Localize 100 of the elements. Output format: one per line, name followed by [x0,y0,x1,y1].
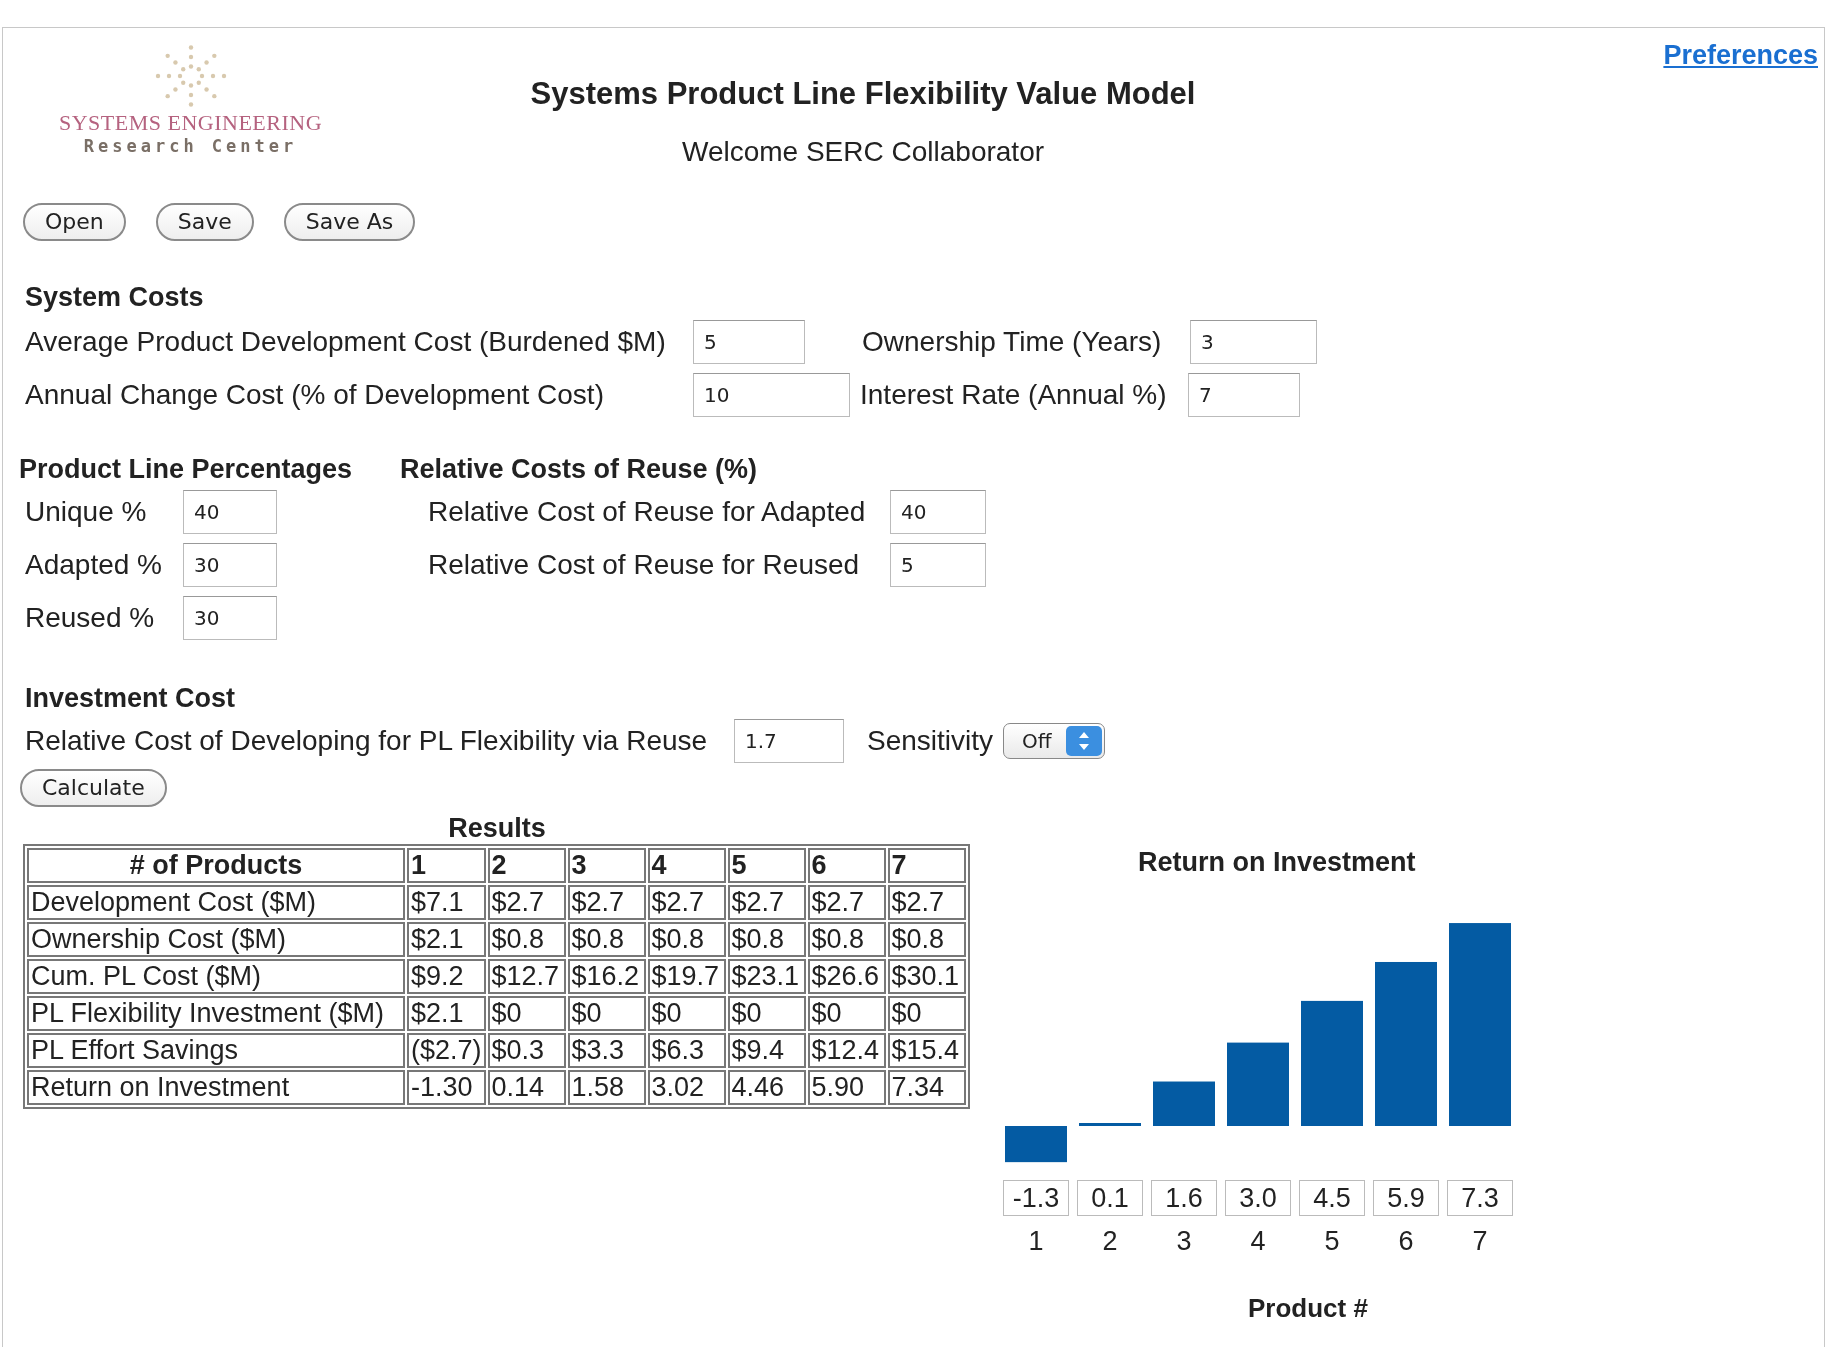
column-header: 6 [807,848,886,883]
column-header: 5 [727,848,806,883]
preferences-link[interactable]: Preferences [1663,40,1818,71]
chart-bar [1153,1081,1215,1126]
table-cell: 3.02 [647,1070,726,1105]
table-cell: $0 [887,996,966,1031]
table-cell: $6.3 [647,1033,726,1068]
file-button[interactable]: Save As [283,203,416,241]
table-cell: -1.30 [407,1070,486,1105]
stepper-icon [1065,725,1102,756]
axis-tick-label: 6 [1397,1226,1415,1257]
value-label: 5.9 [1373,1180,1439,1216]
table-cell: 1.58 [567,1070,646,1105]
calculate-button[interactable]: Calculate [20,769,167,807]
axis-tick-label: 7 [1471,1226,1489,1257]
chart-bar [1005,1126,1067,1163]
table-cell: $0 [567,996,646,1031]
table-cell: $0.8 [727,922,806,957]
field-label: Unique % [25,495,147,528]
table-cell: $2.7 [487,885,566,920]
axis-tick-label: 4 [1249,1226,1267,1257]
table-cell: $0.8 [647,922,726,957]
input-field[interactable]: 5 [890,542,986,587]
value-label: 0.1 [1077,1180,1143,1216]
table-cell: $7.1 [407,885,486,920]
section-heading: Product Line Percentages [19,453,354,485]
table-cell: $0.3 [487,1033,566,1068]
table-cell: $0.8 [567,922,646,957]
section-heading: System Costs [25,281,205,313]
input-field[interactable]: 3 [1190,319,1317,364]
section-heading: Investment Cost [25,682,237,714]
table-cell: $0.8 [487,922,566,957]
table-cell: $15.4 [887,1033,966,1068]
field-label: Annual Change Cost (% of Development Cost) [25,378,604,411]
field-label: Relative Cost of Developing for PL Flexibility via Reuse [25,724,708,757]
chart-title: Return on Investment [1138,847,1417,878]
axis-title: Product # [1248,1293,1369,1324]
input-field[interactable]: 1.7 [734,718,844,763]
table-cell: $16.2 [567,959,646,994]
sensitivity-select[interactable]: Off [1003,722,1105,759]
table-cell: Cum. PL Cost ($M) [27,959,405,994]
field-label: Reused % [25,601,155,634]
input-field[interactable]: 40 [890,489,986,534]
axis-tick-label: 2 [1101,1226,1119,1257]
table-cell: $2.7 [647,885,726,920]
results-title: Results [447,813,547,844]
table-cell: $9.4 [727,1033,806,1068]
input-field[interactable]: 5 [693,319,805,364]
table-cell: $2.7 [567,885,646,920]
input-field[interactable]: 10 [693,372,850,417]
field-label: Interest Rate (Annual %) [860,378,1167,411]
field-label: Relative Cost of Reuse for Adapted [428,495,866,528]
value-label: 1.6 [1151,1180,1217,1216]
input-field[interactable]: 7 [1188,372,1300,417]
table-cell: Ownership Cost ($M) [27,922,405,957]
input-field[interactable]: 30 [183,542,277,587]
table-cell: $26.6 [807,959,886,994]
value-label: -1.3 [1003,1180,1069,1216]
field-label: Ownership Time (Years) [862,325,1162,358]
table-cell: 7.34 [887,1070,966,1105]
column-header: 2 [487,848,566,883]
value-label: 7.3 [1447,1180,1513,1216]
table-cell: $19.7 [647,959,726,994]
table-cell: $0 [807,996,886,1031]
file-button[interactable]: Open [23,203,126,241]
table-cell: $23.1 [727,959,806,994]
column-header: # of Products [27,848,405,883]
table-cell: 0.14 [487,1070,566,1105]
table-cell: Development Cost ($M) [27,885,405,920]
column-header: 4 [647,848,726,883]
chart-bar [1079,1123,1141,1126]
field-label: Average Product Development Cost (Burdened $M) [25,325,666,358]
logo-subtitle: Research Center [83,136,298,156]
file-button[interactable]: Save [155,203,254,241]
column-header: 3 [567,848,646,883]
axis-tick-label: 1 [1027,1226,1045,1257]
table-cell: $3.3 [567,1033,646,1068]
welcome-text: Welcome SERC Collaborator [681,136,1045,168]
table-cell: $2.7 [887,885,966,920]
table-cell: $0.8 [887,922,966,957]
table-cell: PL Effort Savings [27,1033,405,1068]
table-cell: $2.7 [807,885,886,920]
table-cell: $12.7 [487,959,566,994]
table-cell: $2.7 [727,885,806,920]
table-cell: $0 [647,996,726,1031]
table-cell: $2.1 [407,996,486,1031]
table-cell: $0 [727,996,806,1031]
table-cell: PL Flexibility Investment ($M) [27,996,405,1031]
input-field[interactable]: 30 [183,595,277,640]
table-cell: $30.1 [887,959,966,994]
table-cell: $2.1 [407,922,486,957]
axis-tick-label: 5 [1323,1226,1341,1257]
app-title: Systems Product Line Flexibility Value Model [530,76,1196,112]
column-header: 1 [407,848,486,883]
input-field[interactable]: 40 [183,489,277,534]
field-label: Adapted % [25,548,162,581]
table-cell: $0 [487,996,566,1031]
table-cell: $0.8 [807,922,886,957]
value-label: 4.5 [1299,1180,1365,1216]
table-cell: 5.90 [807,1070,886,1105]
